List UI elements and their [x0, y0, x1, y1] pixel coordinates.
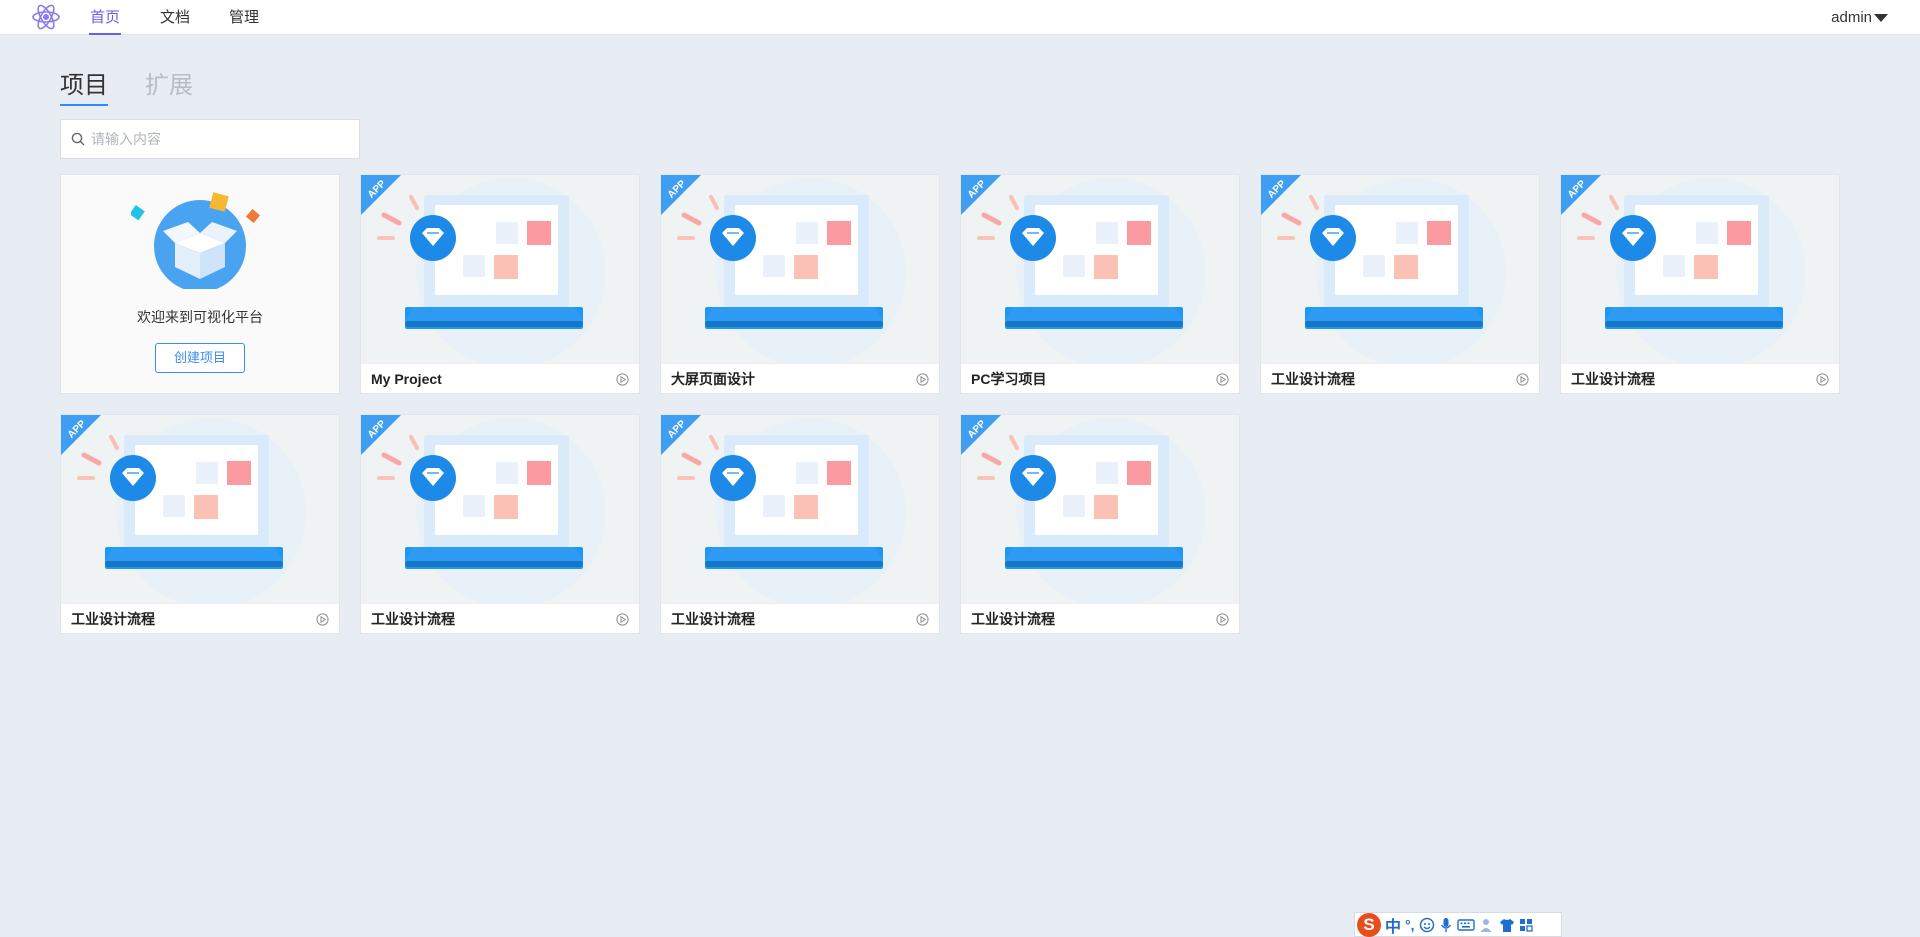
- nav-active-indicator: [89, 33, 122, 35]
- top-navbar: 首页 文档 管理 admin: [0, 0, 1920, 35]
- preview-play-icon[interactable]: [616, 373, 629, 391]
- project-title: 工业设计流程: [371, 611, 455, 627]
- project-card[interactable]: APP PC学习项目: [960, 174, 1240, 394]
- project-card[interactable]: APP 工业设计流程: [360, 414, 640, 634]
- laptop-illustration-icon: [1261, 175, 1539, 368]
- caret-down-icon: [1874, 14, 1888, 23]
- preview-play-icon[interactable]: [316, 613, 329, 631]
- user-name: admin: [1831, 9, 1872, 26]
- project-card-footer: PC学习项目: [961, 363, 1239, 393]
- project-card[interactable]: APP 工业设计流程: [960, 414, 1240, 634]
- nav-admin-label: 管理: [229, 9, 260, 26]
- project-thumbnail[interactable]: APP: [61, 415, 339, 608]
- open-box-illustration-icon: [131, 192, 261, 289]
- preview-play-icon[interactable]: [916, 373, 929, 391]
- project-title: My Project: [371, 371, 442, 387]
- project-thumbnail[interactable]: APP: [661, 175, 939, 368]
- project-thumbnail[interactable]: APP: [961, 175, 1239, 368]
- laptop-illustration-icon: [661, 175, 939, 368]
- project-thumbnail[interactable]: APP: [1561, 175, 1839, 368]
- user-menu[interactable]: admin: [1831, 0, 1888, 35]
- tab-projects[interactable]: 项目: [60, 70, 108, 106]
- tab-extensions-label: 扩展: [145, 72, 193, 99]
- project-thumbnail[interactable]: APP: [361, 415, 639, 608]
- microphone-icon[interactable]: [1439, 917, 1453, 933]
- nav-home[interactable]: 首页: [89, 0, 122, 35]
- laptop-illustration-icon: [361, 415, 639, 608]
- emoji-icon[interactable]: [1419, 917, 1435, 933]
- project-card-footer: 工业设计流程: [361, 603, 639, 633]
- project-title: PC学习项目: [971, 371, 1047, 387]
- preview-play-icon[interactable]: [616, 613, 629, 631]
- preview-play-icon[interactable]: [1216, 373, 1229, 391]
- laptop-illustration-icon: [361, 175, 639, 368]
- project-card-footer: 工业设计流程: [1261, 363, 1539, 393]
- nav-home-label: 首页: [90, 9, 121, 26]
- welcome-text: 欢迎来到可视化平台: [137, 309, 263, 325]
- preview-play-icon[interactable]: [1516, 373, 1529, 391]
- project-card-footer: 工业设计流程: [1561, 363, 1839, 393]
- tab-active-indicator: [60, 104, 108, 106]
- welcome-card: 欢迎来到可视化平台 创建项目: [60, 174, 340, 394]
- nav-admin[interactable]: 管理: [229, 0, 259, 35]
- laptop-illustration-icon: [1561, 175, 1839, 368]
- project-card[interactable]: APP 工业设计流程: [660, 414, 940, 634]
- search-icon: [71, 132, 85, 146]
- project-title: 大屏页面设计: [671, 371, 755, 387]
- project-thumbnail[interactable]: APP: [361, 175, 639, 368]
- shirt-icon[interactable]: [1499, 917, 1515, 933]
- nav-docs[interactable]: 文档: [160, 0, 190, 35]
- user-icon[interactable]: [1479, 917, 1495, 933]
- project-title: 工业设计流程: [1571, 371, 1655, 387]
- project-title: 工业设计流程: [671, 611, 755, 627]
- project-card[interactable]: APP 工业设计流程: [1260, 174, 1540, 394]
- project-title: 工业设计流程: [1271, 371, 1355, 387]
- sogou-logo-icon[interactable]: S: [1357, 912, 1381, 937]
- laptop-illustration-icon: [61, 415, 339, 608]
- project-card-footer: My Project: [361, 363, 639, 393]
- project-thumbnail[interactable]: APP: [961, 415, 1239, 608]
- search-box: [60, 119, 360, 159]
- project-thumbnail[interactable]: APP: [1261, 175, 1539, 368]
- preview-play-icon[interactable]: [916, 613, 929, 631]
- laptop-illustration-icon: [961, 175, 1239, 368]
- project-title: 工业设计流程: [971, 611, 1055, 627]
- project-card[interactable]: APP My Project: [360, 174, 640, 394]
- project-title: 工业设计流程: [71, 611, 155, 627]
- ime-toolbar: S 中 °,: [1354, 912, 1562, 937]
- create-project-button[interactable]: 创建项目: [155, 343, 245, 373]
- preview-play-icon[interactable]: [1216, 613, 1229, 631]
- project-card-footer: 工业设计流程: [961, 603, 1239, 633]
- nav-docs-label: 文档: [160, 9, 191, 26]
- laptop-illustration-icon: [961, 415, 1239, 608]
- project-card[interactable]: APP 工业设计流程: [1560, 174, 1840, 394]
- project-thumbnail[interactable]: APP: [661, 415, 939, 608]
- tab-projects-label: 项目: [60, 72, 108, 99]
- ime-mode-label[interactable]: 中: [1385, 913, 1401, 937]
- project-card[interactable]: APP 大屏页面设计: [660, 174, 940, 394]
- preview-play-icon[interactable]: [1816, 373, 1829, 391]
- laptop-illustration-icon: [661, 415, 939, 608]
- tab-extensions[interactable]: 扩展: [145, 70, 193, 106]
- search-input[interactable]: [91, 120, 351, 158]
- keyboard-icon[interactable]: [1456, 918, 1475, 932]
- ime-punct-label[interactable]: °,: [1405, 917, 1415, 933]
- project-card[interactable]: APP 工业设计流程: [60, 414, 340, 634]
- atom-logo-icon[interactable]: [30, 1, 62, 33]
- project-card-footer: 工业设计流程: [661, 603, 939, 633]
- project-card-footer: 大屏页面设计: [661, 363, 939, 393]
- project-card-footer: 工业设计流程: [61, 603, 339, 633]
- grid-icon[interactable]: [1519, 918, 1533, 932]
